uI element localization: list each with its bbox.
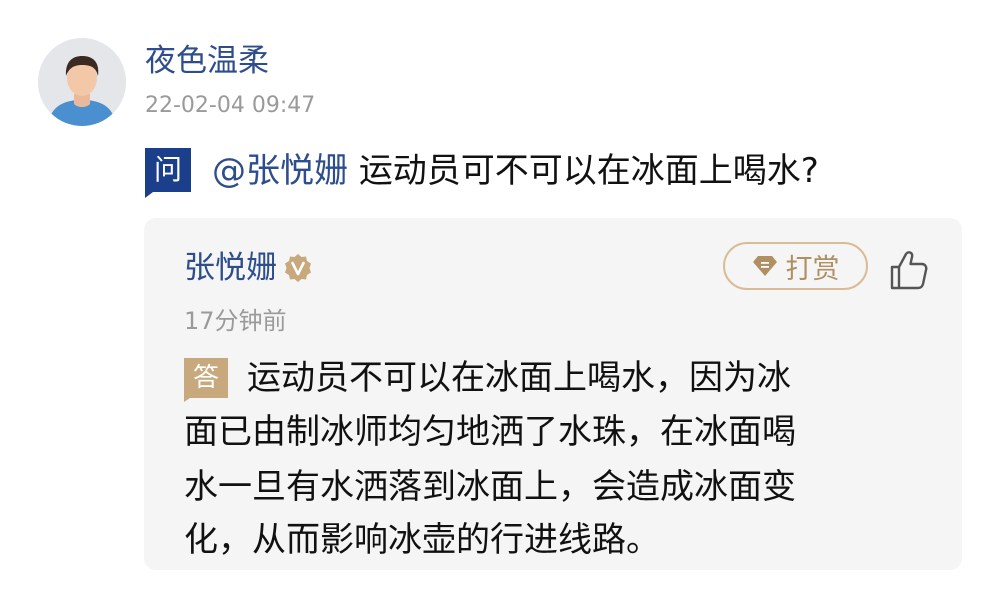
answer-badge: 答	[184, 358, 234, 402]
question-badge-label: 问	[153, 153, 182, 186]
tip-button[interactable]: 打赏	[723, 242, 868, 290]
gem-icon	[752, 255, 778, 277]
answer-badge-label: 答	[192, 363, 219, 393]
answer-time: 17分钟前	[184, 307, 287, 335]
question-mention[interactable]: @张悦姗	[212, 151, 348, 191]
thumbs-up-icon[interactable]	[887, 248, 931, 292]
question-text: 运动员可不可以在冰面上喝水?	[358, 151, 819, 191]
verified-v-badge-icon	[283, 253, 313, 283]
answer-text-line: 面已由制冰师均匀地洒了水珠，在冰面喝	[184, 412, 796, 452]
post-timestamp: 22-02-04 09:47	[145, 93, 316, 118]
user-avatar-icon	[38, 38, 126, 126]
answer-text-line: 化，从而影响冰壶的行进线路。	[184, 520, 660, 560]
answer-text-line: 水一旦有水洒落到冰面上，会造成冰面变	[184, 467, 796, 507]
question-badge: 问	[145, 148, 195, 198]
avatar[interactable]	[38, 38, 126, 126]
answer-text-line: 运动员不可以在冰面上喝水，因为冰	[247, 358, 791, 398]
question-text-row: @张悦姗 运动员可不可以在冰面上喝水?	[212, 146, 819, 196]
answer-author-name[interactable]: 张悦姗	[184, 246, 277, 290]
post-author-name[interactable]: 夜色温柔	[145, 40, 269, 82]
answer-card: 张悦姗 打赏 17分钟前 答 运动员不可以在冰面上喝水，因为冰 面已由制冰师均匀…	[144, 218, 962, 570]
answer-author[interactable]: 张悦姗	[184, 246, 313, 290]
tip-button-label: 打赏	[785, 253, 840, 285]
